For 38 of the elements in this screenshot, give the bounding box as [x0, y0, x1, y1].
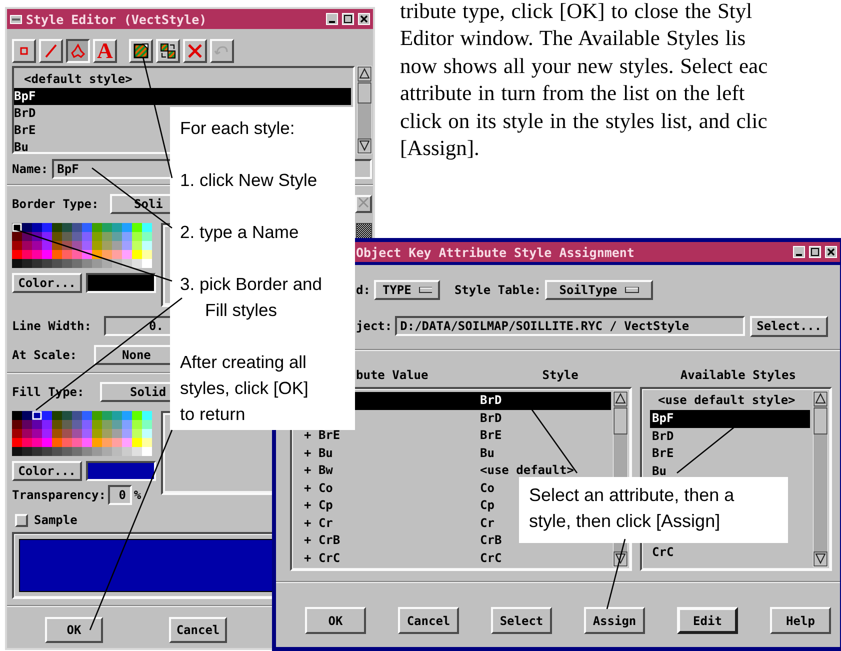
field-label: ject:: [356, 319, 392, 333]
column-header: Available Styles: [680, 368, 796, 382]
field-label: Transparency:: [12, 488, 106, 502]
field-label: d:: [356, 283, 370, 297]
table-cell: + Co: [304, 480, 333, 494]
table-cell: + BrE: [304, 428, 340, 442]
table-cell: + Bw: [304, 463, 333, 477]
column-header: bute Value: [356, 368, 428, 382]
field-label: Border Type:: [12, 197, 100, 211]
table-cell: Cr: [480, 516, 494, 530]
window-title: Object Key Attribute Style Assignment: [356, 244, 636, 260]
table-cell: BrD: [480, 410, 502, 424]
table-cell: + Cr: [304, 516, 333, 530]
table-cell: + Cp: [304, 498, 333, 512]
table-cell: CrC: [480, 550, 502, 564]
table-cell: CrB: [480, 533, 502, 547]
table-cell: Bu: [480, 446, 494, 460]
body-paragraph: tribute type, click [OK] to close the Styl Editor window. The Available Styles lis now shows all your new styles. Select eac attribute in turn from the list on the left click on its style in the styles list, and clic [Assign].: [400, 0, 769, 162]
field-label: Line Width:: [12, 319, 92, 333]
window-title: Style Editor (VectStyle): [26, 12, 208, 26]
table-cell: + CrC: [304, 550, 340, 564]
table-cell: BrE: [480, 428, 502, 442]
callout-step: 2. type a Name: [180, 219, 335, 245]
unit-label: %: [134, 488, 142, 502]
table-cell: + Bu: [304, 446, 333, 460]
column-header: Style: [542, 368, 578, 382]
table-cell: <use default>: [480, 463, 574, 477]
callout-step: 3. pick Border and Fill styles: [180, 271, 335, 323]
callout-text: Select an attribute, then a style, then click [Assign]: [529, 484, 736, 533]
callout-step: 1. click New Style: [180, 167, 335, 193]
table-cell: Co: [480, 480, 494, 494]
table-cell: + CrB: [304, 533, 340, 547]
field-label: At Scale:: [12, 348, 78, 362]
table-cell: BrD: [480, 393, 502, 407]
table-cell: Cp: [480, 498, 494, 512]
field-label: Name:: [12, 162, 48, 176]
callout-heading: For each style:: [180, 117, 296, 140]
field-label: Style Table:: [454, 283, 542, 297]
